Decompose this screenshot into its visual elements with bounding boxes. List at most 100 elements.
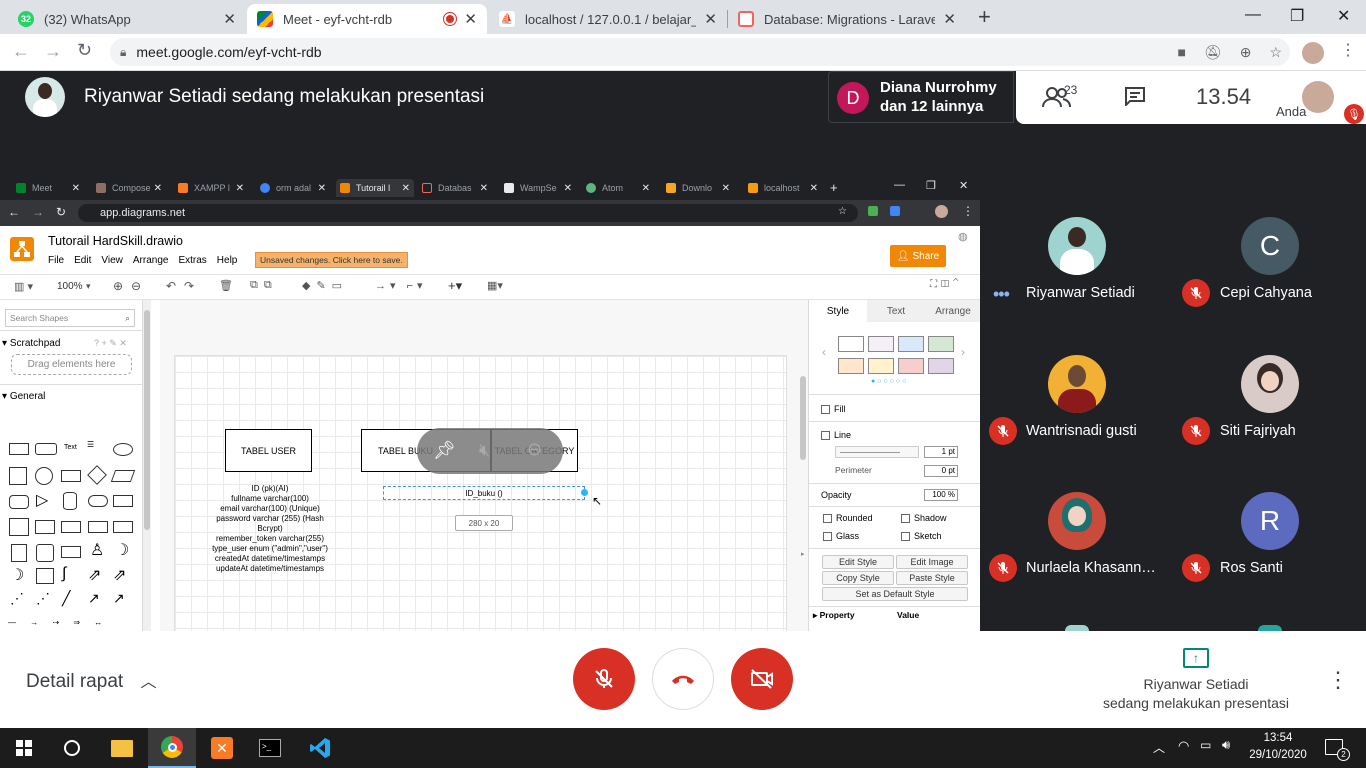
- phpmyadmin-icon: ⛵: [499, 11, 515, 27]
- close-tab-icon[interactable]: ✕: [704, 10, 717, 28]
- close-tab-icon[interactable]: ✕: [464, 10, 477, 28]
- drawio-share-button: 👤︎ Share: [890, 245, 946, 267]
- drawio-menu: File Edit View Arrange Extras Help: [48, 255, 238, 266]
- drawio-header: Tutorail HardSkill.drawio File Edit View Ar…: [0, 226, 980, 274]
- cortana-icon: [64, 740, 80, 756]
- camera-icon[interactable]: ■: [1177, 44, 1185, 61]
- chat-button[interactable]: [1124, 86, 1146, 111]
- restore-button[interactable]: ❐: [1290, 6, 1304, 26]
- general-label: ▾ General: [2, 391, 46, 402]
- edit-image-button: Edit Image: [896, 555, 968, 569]
- tray-chevron-icon[interactable]: ︿: [1153, 739, 1165, 756]
- chevron-up-icon: ︿: [140, 674, 157, 691]
- laravel-icon: [738, 11, 754, 27]
- participant-avatar[interactable]: [1048, 492, 1106, 550]
- whatsapp-icon: 32: [18, 11, 34, 27]
- mic-off-icon: [595, 669, 613, 688]
- shared-tab-strip: Meet ✕ Compose ✕ XAMPP l ✕ orm adal ✕ Tutora…: [0, 176, 980, 200]
- participant-avatar[interactable]: C: [1241, 217, 1299, 275]
- meet-info-card: 23 13.54 Anda 🎙︎: [1016, 71, 1366, 124]
- start-button[interactable]: [0, 728, 48, 768]
- mic-off-icon: [989, 554, 1017, 582]
- joined-name: Diana Nurrohmy: [880, 79, 997, 96]
- line-checkbox: Line: [821, 430, 851, 441]
- edit-style-button: Edit Style: [822, 555, 894, 569]
- clock: 13.54: [1196, 84, 1252, 109]
- folder-icon: [111, 739, 133, 757]
- drawio-canvas: TABEL USER TABEL BUKU TABEL CATEGORY 📌︎ …: [160, 300, 808, 631]
- join-notification: D Diana Nurrohmy dan 12 lainnya: [828, 71, 1014, 123]
- tab-phpmyadmin[interactable]: ⛵ localhost / 127.0.0.1 / belajar_lara ✕: [489, 4, 727, 34]
- taskbar-clock[interactable]: 13:54: [1246, 732, 1310, 744]
- participant-avatar[interactable]: [1048, 355, 1106, 413]
- bookmark-star-icon[interactable]: ☆: [1269, 44, 1282, 61]
- tab-meet[interactable]: Meet - eyf-vcht-rdb ✕: [247, 4, 487, 34]
- style-swatch: [898, 358, 924, 374]
- people-button[interactable]: 23: [1042, 83, 1077, 113]
- wifi-icon[interactable]: ◠: [1178, 738, 1189, 754]
- participants-count: 23: [1064, 83, 1078, 97]
- style-swatch: [928, 336, 954, 352]
- new-tab-button[interactable]: +: [978, 4, 991, 30]
- style-swatch: [838, 358, 864, 374]
- browser-toolbar: ← → ↻ 🔒︎ meet.google.com/eyf-vcht-rdb ■ …: [0, 34, 1366, 71]
- drawio-toolbar: ▥ ▾ 100% ▾ ⊕⊖ ↶↷ 🗑︎ ⧉⧉ ◆✎▭ →▾ ⌐▾ +▾ ▦▾ ⛶…: [0, 274, 980, 300]
- shared-tab: localhost ✕: [744, 179, 822, 197]
- present-icon[interactable]: ↑: [1183, 648, 1209, 668]
- chrome-taskbar-button[interactable]: [148, 728, 196, 768]
- notifications-off-icon[interactable]: 🔕︎: [1204, 44, 1222, 61]
- participant-avatar[interactable]: [1241, 355, 1299, 413]
- browser-tab-strip: 32 (32) WhatsApp ✕ Meet - eyf-vcht-rdb ✕…: [0, 0, 1366, 34]
- tab-laravel[interactable]: Database: Migrations - Laravel - T ✕: [728, 4, 966, 34]
- participant-avatar[interactable]: R: [1241, 492, 1299, 550]
- mic-toggle-button[interactable]: [573, 648, 635, 710]
- notification-count: 2: [1337, 748, 1350, 761]
- speaking-indicator-icon: •••: [993, 284, 1010, 304]
- joined-avatar: D: [837, 82, 869, 114]
- forward-icon[interactable]: →: [44, 41, 62, 62]
- volume-icon[interactable]: 🔊︎: [1222, 737, 1230, 753]
- close-window-button[interactable]: ✕: [1337, 6, 1350, 26]
- file-explorer-button[interactable]: [98, 728, 146, 768]
- battery-icon[interactable]: ▭: [1200, 738, 1211, 752]
- profile-avatar[interactable]: [1302, 42, 1324, 64]
- zoom-icon[interactable]: ⊕: [1240, 44, 1252, 61]
- xampp-icon: ✕: [211, 737, 233, 759]
- set-default-style-button: Set as Default Style: [822, 587, 968, 601]
- style-swatch: [868, 358, 894, 374]
- scratchpad-dropzone: Drag elements here: [11, 354, 132, 375]
- line-style-select: [835, 446, 919, 458]
- style-swatch: [928, 358, 954, 374]
- shared-tab-active: Tutorail l ✕: [336, 179, 414, 197]
- reload-icon[interactable]: ↻: [77, 40, 92, 61]
- back-icon[interactable]: ←: [12, 41, 30, 62]
- meeting-details-button[interactable]: Detail rapat ︿: [26, 668, 156, 693]
- shared-tab: Compose ✕: [92, 179, 166, 197]
- cursor-icon: ↖: [592, 494, 603, 508]
- close-tab-icon[interactable]: ✕: [943, 10, 956, 28]
- minimize-button[interactable]: —: [1245, 6, 1261, 24]
- taskbar-date[interactable]: 29/10/2020: [1246, 749, 1310, 761]
- vscode-taskbar-button[interactable]: [296, 728, 344, 768]
- participant-name: Cepi Cahyana: [1220, 285, 1312, 301]
- mute-icon: 🔇︎: [479, 440, 491, 460]
- more-options-icon[interactable]: ⋮: [1327, 667, 1349, 693]
- address-bar[interactable]: 🔒︎ meet.google.com/eyf-vcht-rdb ■ 🔕︎ ⊕ ☆: [110, 38, 1290, 66]
- participant-avatar[interactable]: [1048, 217, 1106, 275]
- terminal-taskbar-button[interactable]: >_: [246, 728, 294, 768]
- camera-toggle-button[interactable]: [731, 648, 793, 710]
- menu-kebab-icon[interactable]: ⋮: [1340, 40, 1356, 60]
- participant-name: Siti Fajriyah: [1220, 423, 1296, 439]
- drawio-format-panel: Style Text Arrange ‹ › ●○○○○○ Fill Line …: [808, 300, 980, 631]
- presenting-status-name: Riyanwar Setiadi: [1143, 676, 1249, 692]
- close-tab-icon[interactable]: ✕: [223, 10, 236, 28]
- leave-call-button[interactable]: [652, 648, 714, 710]
- url-text: meet.google.com/eyf-vcht-rdb: [136, 44, 322, 60]
- scratchpad-label: ▾ Scratchpad: [2, 338, 61, 349]
- xampp-taskbar-button[interactable]: ✕: [198, 728, 246, 768]
- tab-whatsapp[interactable]: 32 (32) WhatsApp ✕: [8, 4, 246, 34]
- chrome-icon: [161, 736, 183, 758]
- search-button[interactable]: [48, 728, 96, 768]
- format-tabs: Style Text Arrange: [809, 300, 980, 322]
- self-avatar[interactable]: [1302, 81, 1334, 113]
